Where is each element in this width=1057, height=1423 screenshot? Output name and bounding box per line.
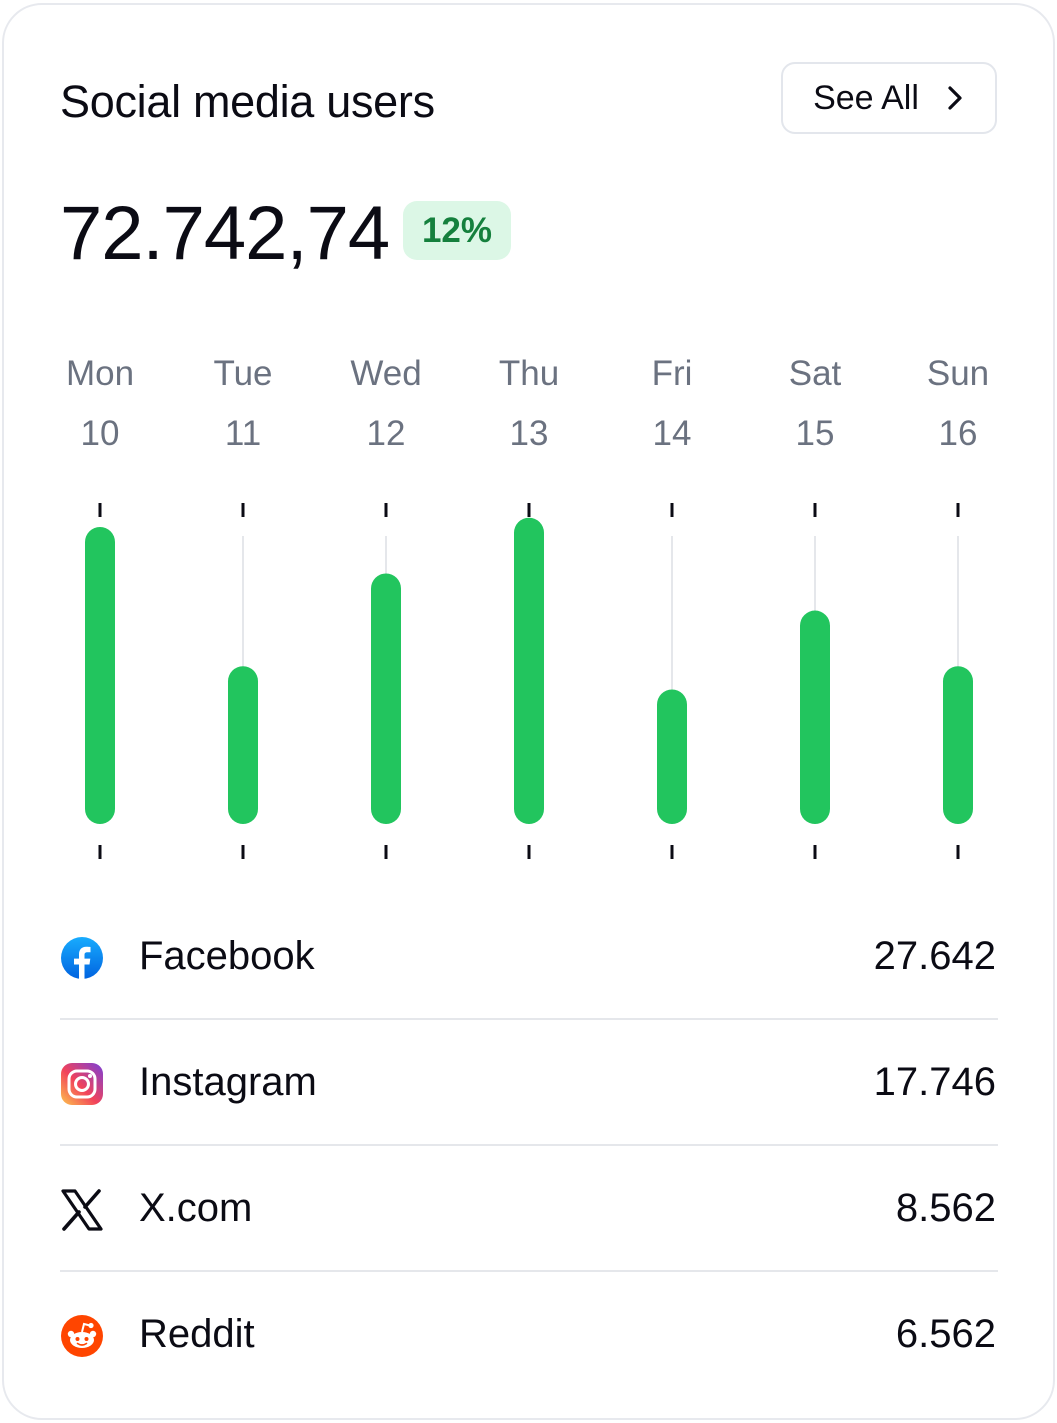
instagram-icon [60,1062,104,1106]
total-users-value: 72.742,74 [60,191,390,276]
platform-name: Instagram [139,1060,317,1104]
platform-value: 6.562 [895,1312,996,1356]
chevron-right-icon [945,84,965,112]
list-item-facebook[interactable]: Facebook 27.642 [60,918,998,998]
card-title: Social media users [60,76,435,127]
platform-value: 17.746 [873,1060,996,1104]
day-name-label: Sun [926,354,990,393]
day-number-label: 13 [509,414,549,453]
platform-value: 27.642 [873,934,996,978]
day-number-label: 11 [224,414,262,453]
see-all-button[interactable]: See All [781,62,997,134]
day-name-label: Thu [498,354,560,393]
reddit-icon [60,1314,104,1358]
day-name-label: Wed [350,354,422,393]
day-number-label: 15 [795,414,835,453]
divider [60,1018,998,1020]
day-name-label: Sat [788,354,842,393]
day-number-label: 12 [366,414,406,453]
x-icon [60,1188,104,1232]
divider [60,1270,998,1272]
change-badge: 12% [403,201,511,260]
platform-name: Reddit [139,1312,255,1356]
list-item-instagram[interactable]: Instagram 17.746 [60,1044,998,1124]
day-number-label: 14 [652,414,692,453]
platform-value: 8.562 [895,1186,996,1230]
day-name-label: Tue [213,354,273,393]
day-number-label: 10 [80,414,120,453]
see-all-label: See All [813,78,919,117]
day-name-label: Mon [65,354,135,393]
facebook-icon [60,936,104,980]
platform-name: X.com [139,1186,253,1230]
list-item-reddit[interactable]: Reddit 6.562 [60,1296,998,1376]
platform-name: Facebook [139,934,315,978]
divider [60,1144,998,1146]
day-name-label: Fri [651,354,693,393]
list-item-x[interactable]: X.com 8.562 [60,1170,998,1250]
day-number-label: 16 [938,414,978,453]
